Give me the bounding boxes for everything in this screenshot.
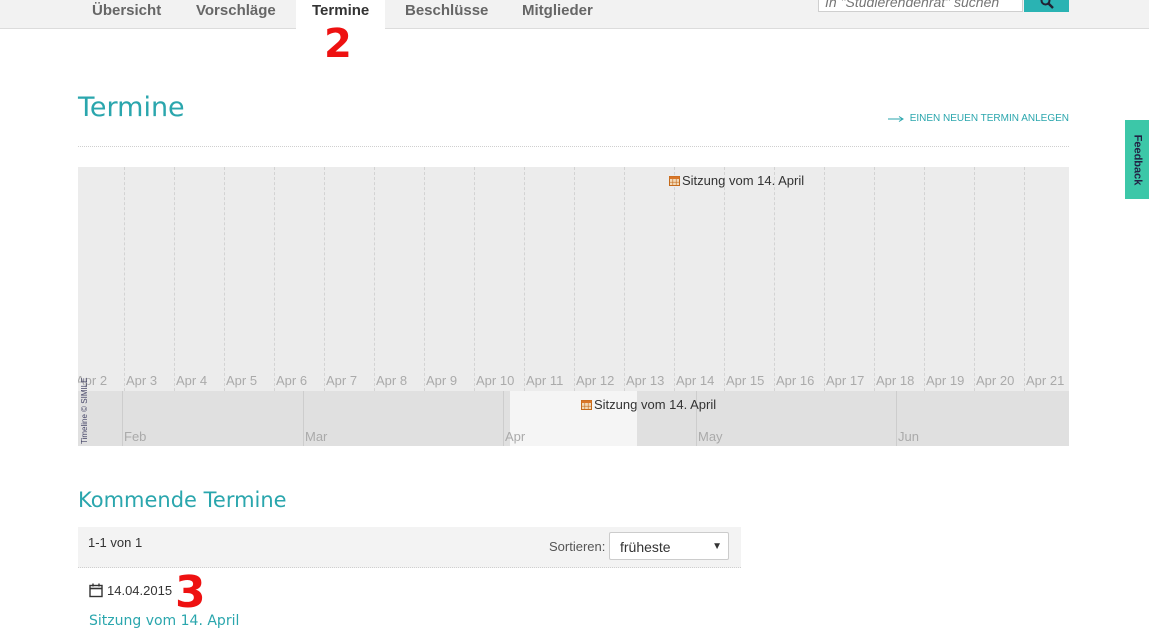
timeline-credit: Timeline © SIMILE	[80, 377, 89, 444]
timeline-overview-event-label: Sitzung vom 14. April	[594, 397, 717, 412]
timeline-month-label: Mar	[305, 429, 328, 444]
event-date-text: 14.04.2015	[107, 583, 173, 598]
event-date: 14.04.2015	[89, 583, 172, 598]
tab-vorschlaege[interactable]: Vorschläge	[196, 0, 276, 28]
top-navigation: Übersicht Vorschläge Termine Beschlüsse …	[0, 0, 1149, 29]
timeline-day-gridline	[324, 167, 325, 391]
feedback-label: Feedback	[1131, 134, 1143, 185]
tab-uebersicht[interactable]: Übersicht	[92, 0, 161, 28]
arrow-right-icon	[887, 115, 904, 122]
sort-select-value: früheste	[620, 539, 671, 555]
timeline-day-label: Apr 12	[576, 373, 615, 388]
timeline-day-label: Apr 9	[426, 373, 458, 388]
new-termin-label: EINEN NEUEN TERMIN ANLEGEN	[909, 113, 1069, 124]
timeline-month-label: Apr	[505, 429, 526, 444]
search-button[interactable]	[1024, 0, 1069, 12]
list-header: 1-1 von 1 Sortieren: früheste ▼	[78, 527, 741, 568]
sort-label: Sortieren:	[549, 539, 606, 554]
timeline-month-label: Jun	[898, 429, 919, 444]
timeline-month-gridline	[896, 391, 897, 446]
page-title: Termine	[78, 92, 185, 123]
timeline-day-gridline	[724, 167, 725, 391]
timeline-day-gridline	[124, 167, 125, 391]
timeline-day-gridline	[974, 167, 975, 391]
timeline[interactable]: Apr 2 Apr 3 Apr 4 Apr 5 Apr 6 Apr 7 Apr 8 Apr 9…	[78, 167, 1069, 446]
timeline-day-label: Apr 19	[926, 373, 965, 388]
timeline-day-label: Apr 13	[626, 373, 665, 388]
calendar-icon	[89, 583, 103, 598]
section-title-upcoming: Kommende Termine	[78, 488, 287, 512]
timeline-month-band[interactable]: Feb Mar Apr May Jun Sitzung vom 14. April	[78, 391, 1069, 446]
timeline-month-label: May	[698, 429, 723, 444]
feedback-tab[interactable]: Feedback	[1125, 120, 1149, 199]
timeline-day-label: Apr 15	[726, 373, 765, 388]
annotation-marker-2: 2	[324, 21, 352, 67]
timeline-day-label: Apr 21	[1026, 373, 1065, 388]
timeline-month-gridline	[303, 391, 304, 446]
timeline-day-label: Apr 11	[526, 373, 564, 388]
tab-mitglieder[interactable]: Mitglieder	[522, 0, 593, 28]
timeline-day-gridline	[774, 167, 775, 391]
timeline-month-label: Feb	[124, 429, 147, 444]
tab-beschluesse[interactable]: Beschlüsse	[405, 0, 488, 28]
timeline-day-label: Apr 5	[226, 373, 258, 388]
timeline-day-label: Apr 16	[776, 373, 815, 388]
timeline-day-gridline	[674, 167, 675, 391]
timeline-overview-event[interactable]: Sitzung vom 14. April	[581, 397, 716, 412]
timeline-day-gridline	[224, 167, 225, 391]
timeline-day-label: Apr 8	[376, 373, 408, 388]
search-icon	[1040, 0, 1054, 9]
new-termin-link[interactable]: EINEN NEUEN TERMIN ANLEGEN	[887, 113, 1069, 124]
timeline-day-gridline	[824, 167, 825, 391]
timeline-day-gridline	[424, 167, 425, 391]
timeline-event-label: Sitzung vom 14. April	[682, 173, 805, 188]
timeline-day-gridline	[174, 167, 175, 391]
timeline-day-gridline	[474, 167, 475, 391]
timeline-day-gridline	[374, 167, 375, 391]
timeline-day-label: Apr 4	[176, 373, 208, 388]
chevron-down-icon: ▼	[712, 541, 722, 552]
timeline-day-label: Apr 6	[276, 373, 308, 388]
timeline-day-label: Apr 17	[826, 373, 865, 388]
timeline-day-label: Apr 18	[876, 373, 915, 388]
timeline-day-gridline	[874, 167, 875, 391]
timeline-day-gridline	[524, 167, 525, 391]
divider	[78, 146, 1069, 147]
timeline-day-gridline	[1024, 167, 1025, 391]
timeline-day-gridline	[924, 167, 925, 391]
timeline-month-gridline	[122, 391, 123, 446]
timeline-day-label: Apr 7	[326, 373, 358, 388]
timeline-day-label: Apr 10	[476, 373, 515, 388]
search-input[interactable]	[818, 0, 1023, 12]
timeline-day-label: Apr 20	[976, 373, 1015, 388]
timeline-day-gridline	[574, 167, 575, 391]
timeline-day-band[interactable]: Apr 2 Apr 3 Apr 4 Apr 5 Apr 6 Apr 7 Apr 8 Apr 9…	[78, 167, 1069, 391]
result-count: 1-1 von 1	[88, 535, 143, 550]
timeline-day-gridline	[274, 167, 275, 391]
timeline-event[interactable]: Sitzung vom 14. April	[669, 173, 804, 188]
timeline-month-gridline	[503, 391, 504, 446]
sort-select[interactable]: früheste ▼	[609, 532, 729, 560]
timeline-day-gridline	[624, 167, 625, 391]
calendar-event-icon	[669, 175, 680, 186]
timeline-day-label: Apr 3	[126, 373, 158, 388]
timeline-day-label: Apr 14	[676, 373, 715, 388]
calendar-event-icon	[581, 399, 592, 410]
event-link[interactable]: Sitzung vom 14. April	[89, 613, 239, 629]
annotation-marker-3: 3	[175, 567, 206, 618]
